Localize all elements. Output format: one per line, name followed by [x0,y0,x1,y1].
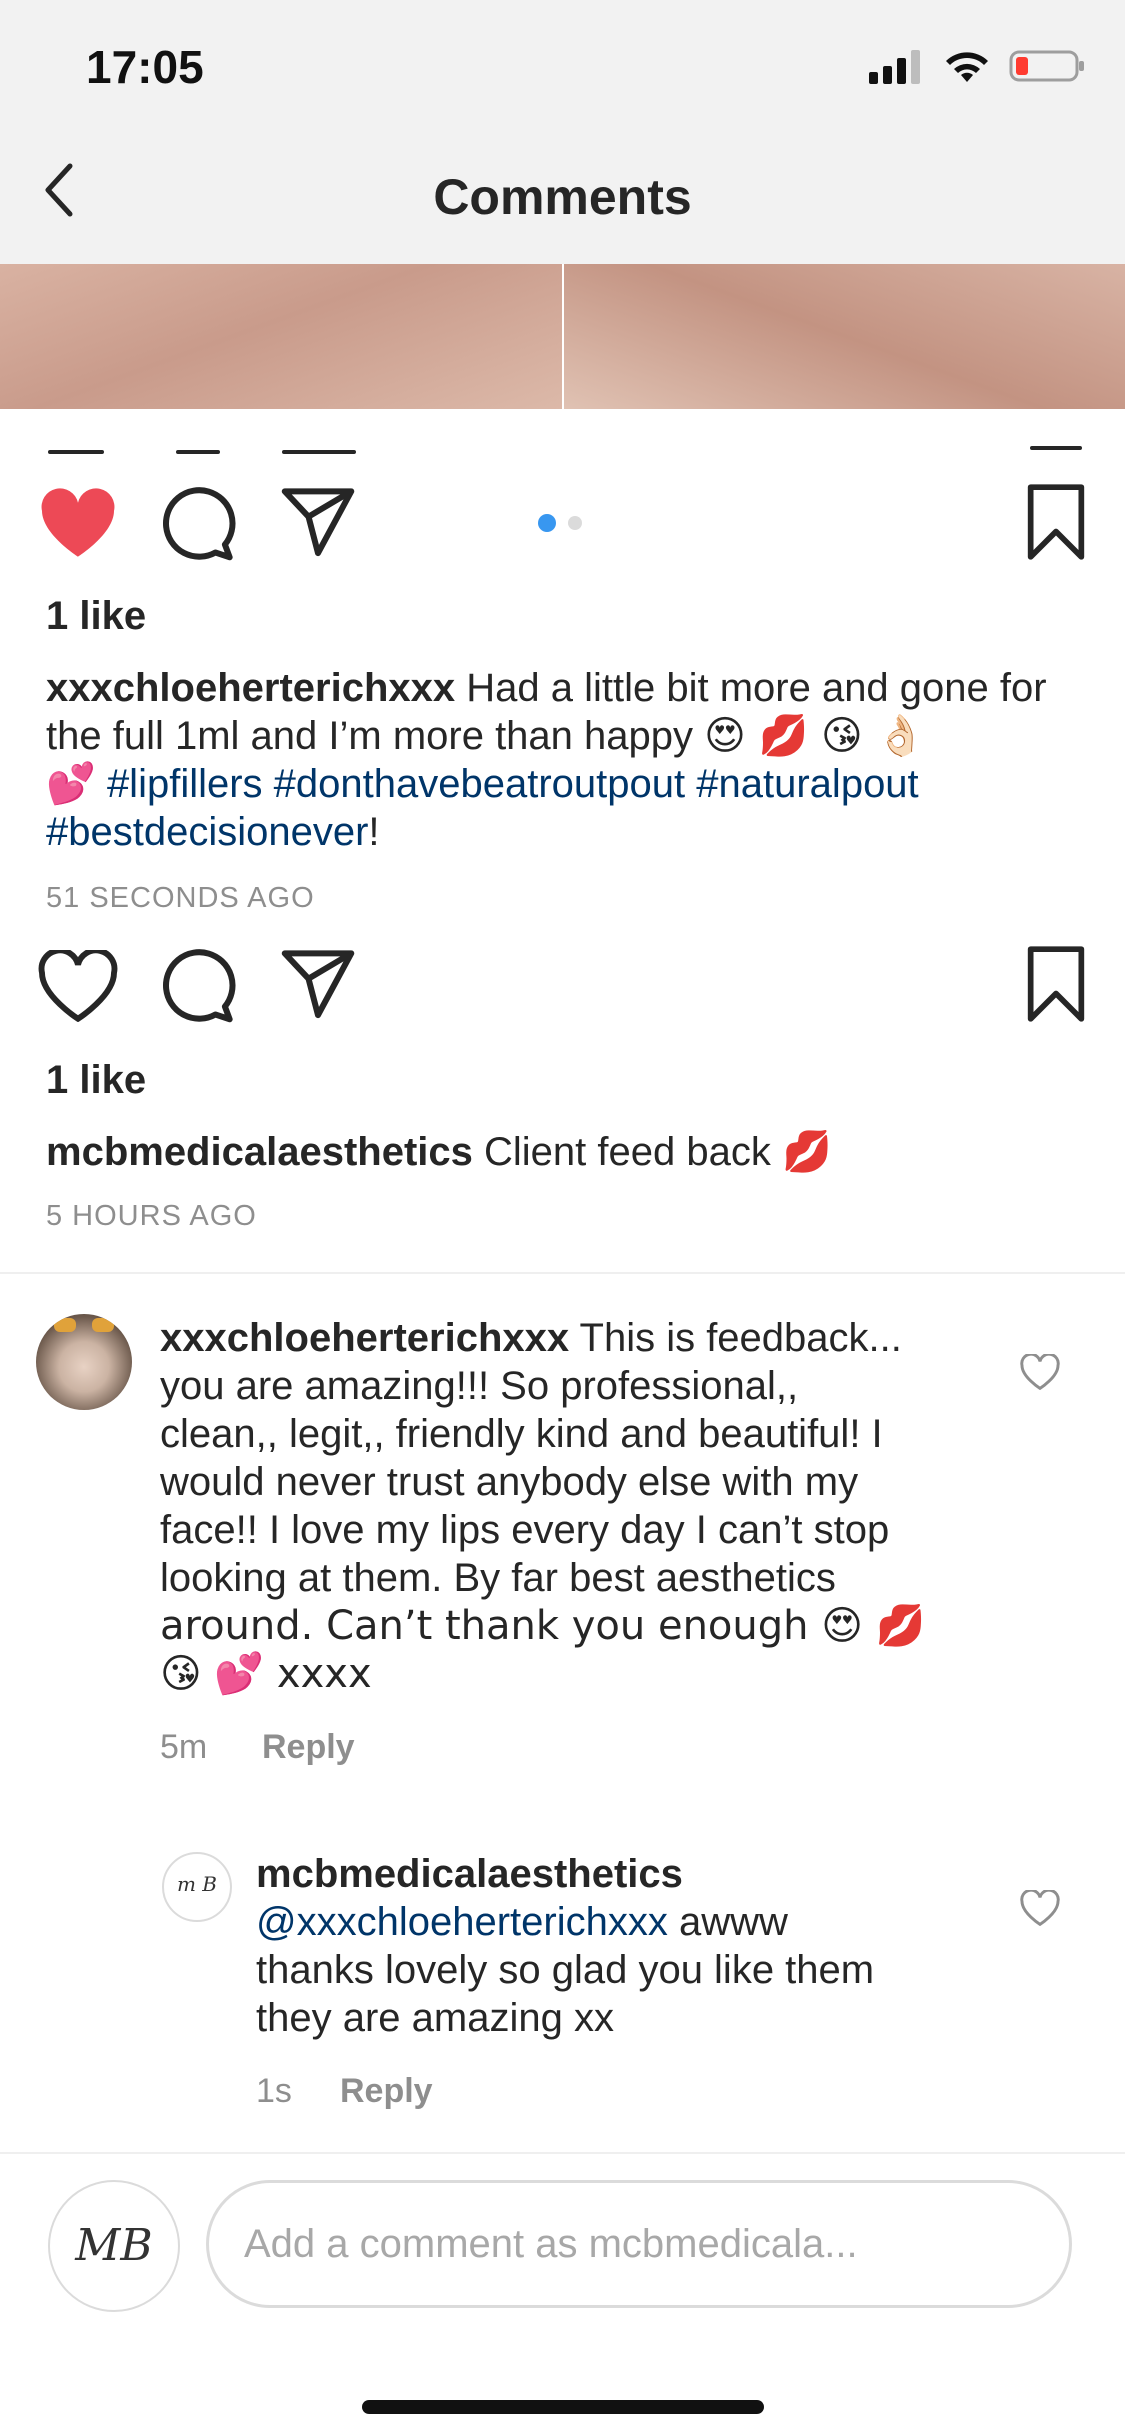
photo-right [564,264,1125,409]
home-indicator [362,2400,764,2414]
bookmark-icon[interactable] [1024,484,1088,560]
signal-icon [869,50,920,84]
repost-likes[interactable]: 1 like [46,1058,146,1103]
caption-emoji: 💕 [46,761,96,807]
pagination-dot-active [538,514,556,532]
heart-filled-icon[interactable] [38,488,118,560]
wifi-icon [946,52,988,82]
avatar-ear [54,1318,76,1332]
post-time-ago: 51 SECONDS AGO [46,882,315,914]
hashtag[interactable]: #naturalpout [696,762,918,806]
caption-text: Client feed back [472,1130,782,1174]
comment-line: would never trust anybody else with my [160,1460,859,1504]
comment-author[interactable]: xxxchloeherterichxxx [160,1316,569,1360]
mention-link[interactable]: @xxxchloeherterichxxx [256,1900,668,1944]
comment-line: clean,, legit,, friendly kind and beauti… [160,1412,883,1456]
comment-line: looking at them. By far best aesthetics [160,1556,836,1600]
my-avatar: MB [48,2180,180,2312]
photo-left [0,264,562,409]
avatar[interactable]: m B [162,1852,232,1922]
share-icon[interactable] [280,488,356,558]
comment-line: face!! I love my lips every day I can’t … [160,1508,890,1552]
hashtag[interactable]: #donthavebeatroutpout [274,762,685,806]
heart-outline-icon[interactable] [38,950,118,1022]
page-title: Comments [433,169,692,225]
reply-button[interactable]: Reply [340,2072,433,2111]
caption-end: ! [368,810,380,854]
comment-body: xxxchloeherterichxxx This is feedback...… [160,1314,1020,1698]
caption-author[interactable]: xxxchloeherterichxxx [46,666,455,710]
caption-author[interactable]: mcbmedicalaesthetics [46,1130,473,1174]
hashtag[interactable]: #bestdecisionever [46,810,368,854]
post-photo[interactable] [0,264,1125,409]
comment-line: they are amazing xx [256,1996,614,2040]
post-caption: xxxchloeherterichxxx Had a little bit mo… [46,664,1086,856]
hidden-row-fragment [176,450,220,454]
comment-body: mcbmedicalaesthetics @xxxchloeherterichx… [256,1850,1016,2042]
caption-emojis: 😍 💋 😘 👌🏻 [704,713,926,759]
comment-icon[interactable] [160,948,236,1024]
hashtag[interactable]: #lipfillers [107,762,263,806]
comment-line: around. Can’t thank you enough 😍 💋 [160,1603,926,1649]
post-likes[interactable]: 1 like [46,594,146,639]
divider [0,2152,1125,2154]
repost-caption: mcbmedicalaesthetics Client feed back 💋 [46,1128,1086,1176]
comment-line: thanks lovely so glad you like them [256,1948,875,1992]
comment-line: awww [667,1900,788,1944]
status-time: 17:05 [86,41,204,93]
comment-like-icon[interactable] [1020,1354,1060,1390]
battery-icon [1009,50,1084,82]
reply-button[interactable]: Reply [262,1728,355,1767]
comment-author[interactable]: mcbmedicalaesthetics [256,1852,683,1896]
avatar[interactable] [36,1314,132,1410]
avatar-ear [92,1318,114,1332]
repost-time-ago: 5 HOURS AGO [46,1200,257,1232]
hidden-row-fragment [282,450,356,454]
hidden-row-fragment [48,450,104,454]
comment-time: 5m [160,1728,208,1766]
caption-emoji: 💋 [781,1129,832,1175]
comment-like-icon[interactable] [1020,1890,1060,1926]
status-icons [869,48,1085,84]
divider [0,1272,1125,1274]
comment-line: This is feedback... [569,1316,902,1360]
hidden-row-fragment [1030,446,1082,450]
avatar-monogram: m B [176,1872,218,1896]
pagination-dot [568,516,582,530]
avatar-monogram: MB [75,2220,153,2271]
comment-line: you are amazing!!! So professional,, [160,1364,799,1408]
bookmark-icon[interactable] [1024,946,1088,1022]
share-icon[interactable] [280,950,356,1020]
comment-line: 😘 💕 xxxx [160,1651,372,1697]
comment-time: 1s [256,2072,292,2110]
comment-icon[interactable] [160,486,236,562]
comment-input-placeholder[interactable]: Add a comment as mcbmedicala... [244,2222,858,2267]
